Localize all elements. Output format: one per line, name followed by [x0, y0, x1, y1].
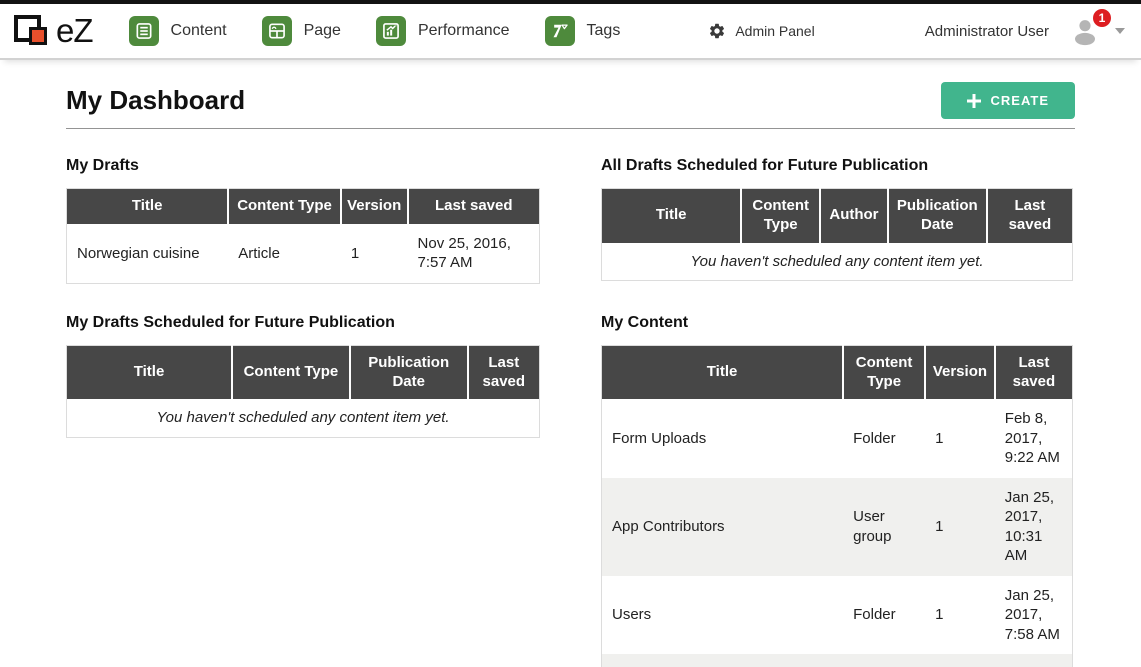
dashboard-grid: My Drafts TitleContent TypeVersionLast s…	[0, 157, 1141, 667]
table-cell: 1	[925, 576, 995, 655]
table-cell: Users	[602, 576, 844, 655]
column-header: Version	[341, 189, 408, 224]
table-cell: Folder	[843, 399, 925, 478]
nav-item-label: Performance	[418, 22, 510, 40]
column-header: Content Type	[228, 189, 341, 224]
performance-icon	[376, 16, 406, 46]
column-header: Title	[602, 345, 844, 399]
page-title: My Dashboard	[66, 85, 245, 116]
admin-panel-menu[interactable]: Admin Panel	[708, 22, 814, 40]
panel-title: My Drafts Scheduled for Future Publicati…	[66, 314, 540, 332]
table-cell: App Contributors	[602, 478, 844, 576]
header-row: TitleContent TypePublication DateLast sa…	[67, 345, 540, 399]
panel-title: All Drafts Scheduled for Future Publicat…	[601, 157, 1073, 175]
table-cell: Norwegian cuisine	[67, 224, 229, 284]
notification-badge[interactable]: 1	[1093, 9, 1111, 27]
content-icon	[129, 16, 159, 46]
nav-item-performance[interactable]: Performance	[376, 16, 510, 46]
column-header: Publication Date	[350, 345, 468, 399]
title-divider	[66, 128, 1075, 129]
table-row[interactable]: AppFolder1Jan 25, 2017, 7:55 AM	[602, 654, 1073, 667]
nav-item-label: Content	[171, 22, 227, 40]
create-button-label: CREATE	[991, 93, 1049, 108]
table-row[interactable]: UsersFolder1Jan 25, 2017, 7:58 AM	[602, 576, 1073, 655]
column-header: Version	[925, 345, 995, 399]
panel-title: My Content	[601, 314, 1073, 332]
user-name: Administrator User	[925, 23, 1049, 40]
table-cell: Article	[228, 224, 341, 284]
column-header: Publication Date	[888, 189, 987, 243]
column-header: Content Type	[741, 189, 820, 243]
panel-title: My Drafts	[66, 157, 540, 175]
my-drafts-table: TitleContent TypeVersionLast savedNorweg…	[66, 188, 540, 284]
table-row[interactable]: App ContributorsUser group1Jan 25, 2017,…	[602, 478, 1073, 576]
all-drafts-scheduled-panel: All Drafts Scheduled for Future Publicat…	[601, 157, 1073, 281]
table-cell: App	[602, 654, 844, 667]
table-cell: Feb 8, 2017, 9:22 AM	[995, 399, 1073, 478]
ez-logo[interactable]: eZ	[14, 12, 93, 50]
nav-item-page[interactable]: Page	[262, 16, 341, 46]
table-cell: 1	[925, 399, 995, 478]
top-navbar: eZ Content Page Performance Tags	[0, 4, 1141, 60]
nav-item-content[interactable]: Content	[129, 16, 227, 46]
tags-icon	[545, 16, 575, 46]
column-header: Last saved	[995, 345, 1073, 399]
column-header: Title	[602, 189, 742, 243]
table-cell: Nov 25, 2016, 7:57 AM	[408, 224, 540, 284]
chevron-down-icon[interactable]	[1115, 28, 1125, 34]
table-cell: 1	[341, 224, 408, 284]
table-cell: Folder	[843, 654, 925, 667]
admin-panel-label: Admin Panel	[735, 23, 814, 39]
column-header: Last saved	[468, 345, 540, 399]
user-area: Administrator User 1	[925, 16, 1125, 46]
my-drafts-scheduled-panel: My Drafts Scheduled for Future Publicati…	[66, 314, 540, 438]
header-row: TitleContent TypeVersionLast saved	[67, 189, 540, 224]
table-cell: Jan 25, 2017, 7:58 AM	[995, 576, 1073, 655]
my-content-table: TitleContent TypeVersionLast savedForm U…	[601, 345, 1073, 667]
column-header: Content Type	[843, 345, 925, 399]
table-cell: 1	[925, 478, 995, 576]
gear-icon	[708, 22, 726, 40]
my-drafts-scheduled-table: TitleContent TypePublication DateLast sa…	[66, 345, 540, 438]
table-cell: Folder	[843, 576, 925, 655]
create-button[interactable]: CREATE	[941, 82, 1075, 119]
column-header: Title	[67, 345, 233, 399]
empty-row: You haven't scheduled any content item y…	[67, 399, 540, 437]
table-cell: User group	[843, 478, 925, 576]
table-row[interactable]: Norwegian cuisineArticle1Nov 25, 2016, 7…	[67, 224, 540, 284]
main-nav: Content Page Performance Tags	[129, 16, 621, 46]
column-header: Last saved	[408, 189, 540, 224]
empty-message: You haven't scheduled any content item y…	[67, 399, 540, 437]
header-row: TitleContent TypeVersionLast saved	[602, 345, 1073, 399]
nav-item-tags[interactable]: Tags	[545, 16, 621, 46]
table-cell: Jan 25, 2017, 10:31 AM	[995, 478, 1073, 576]
column-header: Content Type	[232, 345, 350, 399]
column-header: Author	[820, 189, 888, 243]
table-cell: 1	[925, 654, 995, 667]
user-menu[interactable]: 1	[1069, 16, 1101, 46]
empty-row: You haven't scheduled any content item y…	[602, 243, 1073, 281]
nav-item-label: Page	[304, 22, 341, 40]
table-cell: Form Uploads	[602, 399, 844, 478]
plus-icon	[967, 94, 981, 108]
ez-logo-text: eZ	[56, 12, 93, 50]
header-row: TitleContent TypeAuthorPublication DateL…	[602, 189, 1073, 243]
my-content-panel: My Content TitleContent TypeVersionLast …	[601, 314, 1073, 667]
column-header: Title	[67, 189, 229, 224]
ez-logo-icon	[14, 13, 52, 49]
nav-item-label: Tags	[587, 22, 621, 40]
my-drafts-panel: My Drafts TitleContent TypeVersionLast s…	[66, 157, 540, 284]
column-header: Last saved	[987, 189, 1073, 243]
all-drafts-scheduled-table: TitleContent TypeAuthorPublication DateL…	[601, 188, 1073, 281]
empty-message: You haven't scheduled any content item y…	[602, 243, 1073, 281]
table-cell: Jan 25, 2017, 7:55 AM	[995, 654, 1073, 667]
page-icon	[262, 16, 292, 46]
table-row[interactable]: Form UploadsFolder1Feb 8, 2017, 9:22 AM	[602, 399, 1073, 478]
